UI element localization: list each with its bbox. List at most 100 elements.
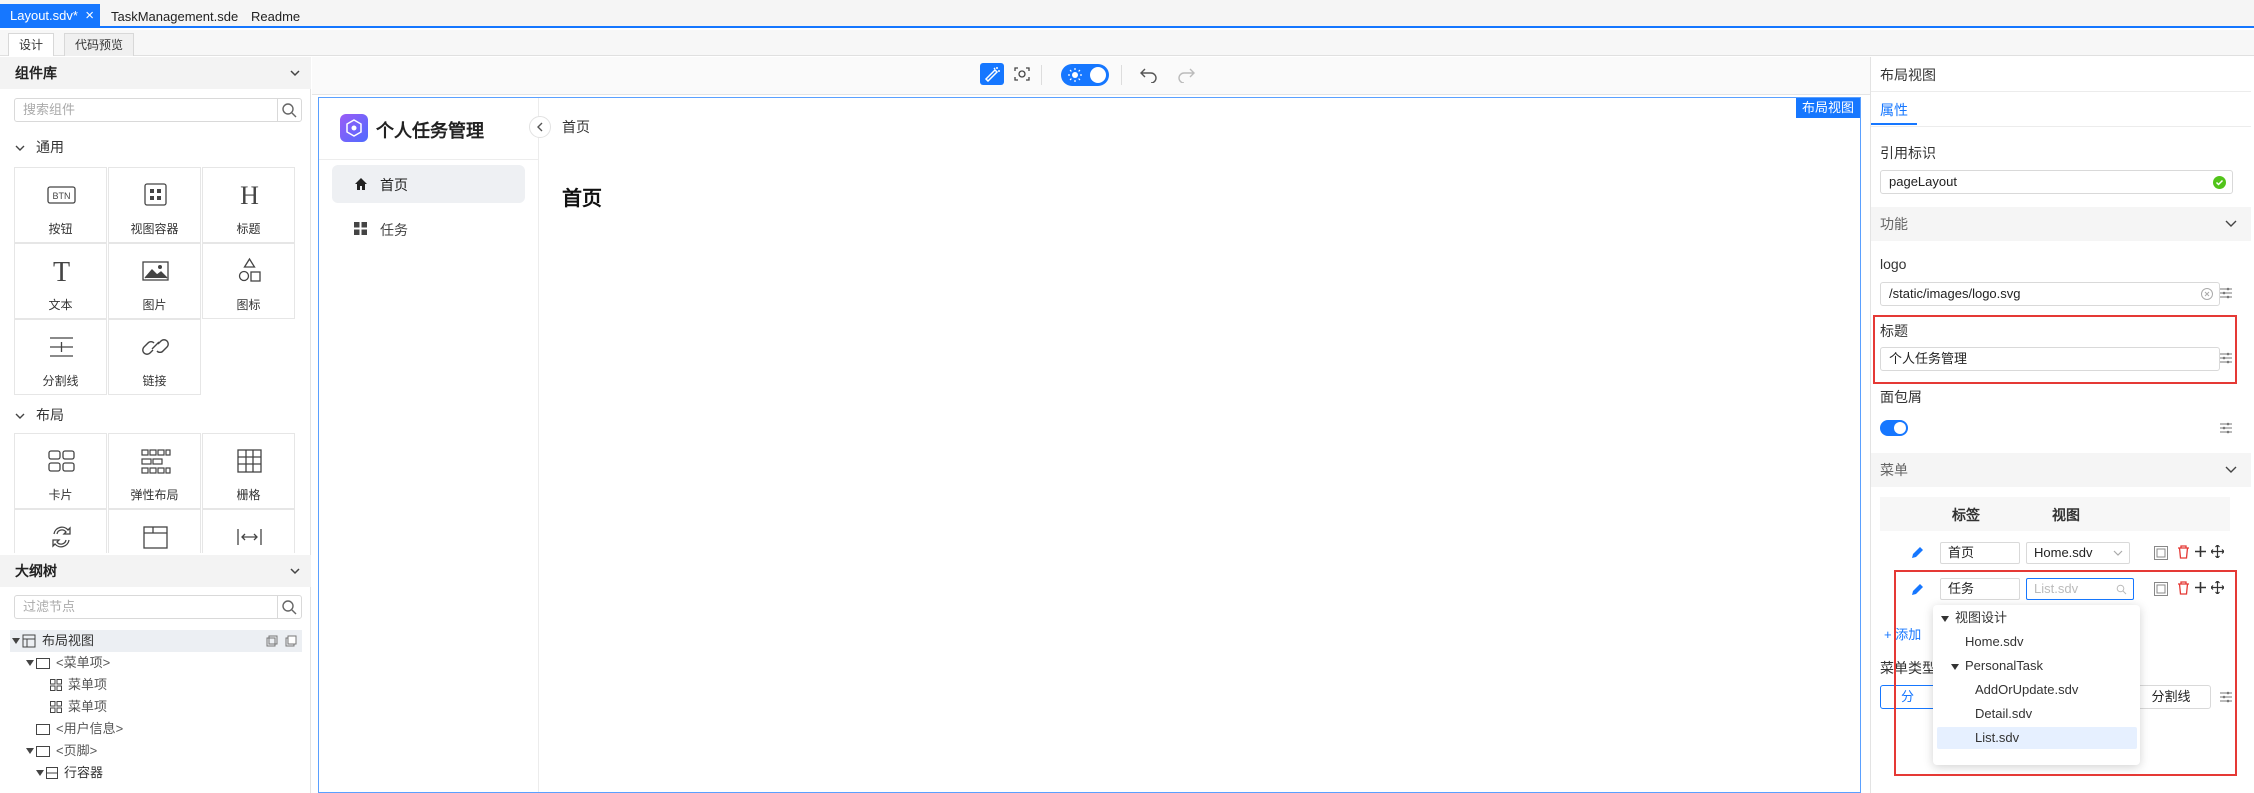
check-circle-icon	[2213, 176, 2226, 189]
design-mode-button[interactable]	[980, 63, 1004, 85]
tab-readme[interactable]: Readme	[241, 5, 310, 28]
component-panel[interactable]	[108, 509, 201, 553]
component-text[interactable]: T 文本	[14, 243, 107, 319]
text-icon: T	[45, 256, 78, 286]
outline-tree-title: 大纲树	[15, 563, 57, 579]
hexagon-icon	[346, 119, 362, 137]
component-card[interactable]: 卡片	[14, 433, 107, 509]
ref-id-input[interactable]: pageLayout	[1880, 170, 2233, 194]
tab-properties[interactable]: 属性	[1871, 93, 1917, 125]
function-section-header[interactable]: 功能	[1871, 207, 2251, 241]
plus-icon: +	[1884, 627, 1892, 642]
collapse-sidebar-button[interactable]	[529, 116, 551, 138]
redo-icon[interactable]	[1176, 65, 1196, 83]
tab-layout-label: Layout.sdv*	[10, 8, 78, 23]
component-card-label: 卡片	[48, 488, 73, 502]
options-icon[interactable]	[2219, 287, 2233, 299]
menu-item-home[interactable]: 首页	[332, 165, 525, 203]
tab-task-management[interactable]: TaskManagement.sde	[101, 5, 248, 28]
magic-icon	[984, 67, 1000, 82]
toolbar-divider	[1121, 65, 1122, 85]
component-view-container[interactable]: 视图容器	[108, 167, 201, 243]
tab-layout[interactable]: Layout.sdv* ×	[0, 4, 100, 28]
divider-icon	[45, 332, 78, 362]
design-canvas[interactable]: 布局视图 个人任务管理 首页 任务 首页 首页	[318, 97, 1861, 793]
tree-node-label: 行容器	[64, 765, 104, 780]
screenshot-button[interactable]	[1010, 63, 1034, 85]
menu-item-label: 任务	[380, 222, 408, 238]
tree-node-label: <页脚>	[56, 743, 98, 758]
toggle-knob	[1090, 67, 1106, 83]
panel-icon	[139, 522, 172, 552]
component-icon[interactable]: 图标	[202, 243, 295, 319]
menu-item-label: 首页	[380, 177, 408, 193]
component-flex-layout[interactable]: 弹性布局	[108, 433, 201, 509]
grid-icon	[233, 446, 266, 476]
search-icon[interactable]	[277, 596, 301, 618]
delete-icon[interactable]	[2177, 545, 2190, 559]
component-library-header[interactable]: 组件库	[0, 57, 311, 89]
toolbar-divider	[1041, 65, 1042, 85]
heading-icon-text: H	[240, 181, 259, 210]
breadcrumb[interactable]: 首页	[562, 117, 590, 137]
apps-icon	[354, 222, 367, 235]
copy-icon[interactable]	[266, 635, 278, 647]
search-icon[interactable]	[277, 99, 301, 121]
edit-icon[interactable]	[1910, 546, 1924, 560]
component-button[interactable]: BTN 按钮	[14, 167, 107, 243]
tree-node-label: 菜单项	[68, 699, 108, 714]
component-heading[interactable]: H 标题	[202, 167, 295, 243]
caret-down-icon[interactable]	[26, 748, 34, 754]
logo-input[interactable]: /static/images/logo.svg	[1880, 282, 2220, 306]
component-text-label: 文本	[48, 298, 73, 312]
view-container-icon	[139, 180, 172, 210]
drag-icon[interactable]	[2211, 545, 2224, 558]
options-icon[interactable]	[2219, 422, 2233, 434]
tree-node-layout-view[interactable]: 布局视图	[10, 630, 302, 652]
close-icon[interactable]: ×	[85, 4, 94, 28]
undo-icon[interactable]	[1139, 65, 1159, 83]
page-heading: 首页	[562, 188, 602, 210]
group-general-header[interactable]: 通用	[14, 137, 64, 157]
duplicate-icon[interactable]	[285, 635, 297, 647]
tab-code-preview[interactable]: 代码预览	[64, 33, 135, 56]
component-divider[interactable]: 分割线	[14, 319, 107, 395]
component-divider-label: 分割线	[42, 374, 79, 388]
view-picker-icon[interactable]	[2154, 546, 2168, 560]
chevron-down-icon	[15, 413, 25, 420]
breadcrumb-toggle[interactable]	[1880, 420, 1908, 436]
logo-label: logo	[1880, 256, 1907, 272]
component-heading-label: 标题	[236, 222, 261, 236]
component-search-input[interactable]: 搜索组件	[14, 98, 302, 122]
caret-down-icon[interactable]	[12, 638, 20, 644]
component-link[interactable]: 链接	[108, 319, 201, 395]
clear-icon[interactable]	[2201, 288, 2213, 300]
menu-row-label-input[interactable]: 首页	[1940, 542, 2020, 564]
tab-properties-label: 属性	[1880, 102, 1908, 118]
outline-tree: 布局视图 <菜单项> 菜单项 菜单项 <用户信息> <页脚> 行容器	[10, 630, 302, 793]
group-layout-label: 布局	[36, 407, 64, 423]
menu-section-header[interactable]: 菜单	[1871, 453, 2251, 487]
component-icon-label: 图标	[236, 298, 261, 312]
outline-filter-input[interactable]: 过滤节点	[14, 595, 302, 619]
chevron-down-icon	[15, 145, 25, 152]
menu-item-task[interactable]: 任务	[332, 210, 525, 248]
component-button-label: 按钮	[48, 222, 73, 236]
chevron-down-icon	[2225, 220, 2237, 227]
caret-down-icon[interactable]	[26, 660, 34, 666]
component-spacer[interactable]	[202, 509, 295, 553]
plus-icon[interactable]	[2194, 545, 2207, 558]
menu-row-view-select[interactable]: Home.sdv	[2026, 542, 2130, 564]
home-icon	[355, 178, 367, 190]
component-carousel[interactable]	[14, 509, 107, 553]
outline-tree-header[interactable]: 大纲树	[0, 555, 311, 587]
component-image[interactable]: 图片	[108, 243, 201, 319]
group-layout-header[interactable]: 布局	[14, 405, 64, 425]
app-title: 个人任务管理	[376, 121, 484, 141]
tab-design[interactable]: 设计	[8, 33, 55, 56]
component-grid[interactable]: 栅格	[202, 433, 295, 509]
caret-down-icon[interactable]	[36, 770, 44, 776]
theme-toggle[interactable]	[1061, 64, 1109, 86]
tree-node-label: <用户信息>	[56, 721, 124, 736]
sidebar-divider	[319, 159, 538, 160]
